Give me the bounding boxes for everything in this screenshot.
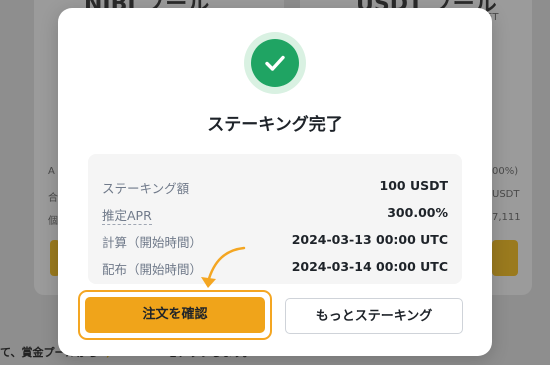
detail-label: ステーキング額: [102, 181, 190, 196]
bg-right-value: USDT: [492, 189, 520, 200]
check-circle-icon: [244, 32, 306, 94]
detail-label: 計算（開始時間）: [102, 235, 203, 250]
bg-side-letter: A: [48, 166, 55, 177]
detail-row-distribution-start: 配布（開始時間） 2024-03-14 00:00 UTC: [102, 259, 448, 279]
detail-row-calc-start: 計算（開始時間） 2024-03-13 00:00 UTC: [102, 232, 448, 252]
confirm-order-button[interactable]: 注文を確認: [85, 297, 265, 333]
detail-label: 配布（開始時間）: [102, 262, 203, 277]
bg-side-letter: 合: [48, 193, 58, 204]
bg-right-value: 00%): [492, 166, 519, 177]
detail-label[interactable]: 推定APR: [102, 205, 152, 225]
detail-value: 300.00%: [387, 205, 448, 220]
detail-value: 2024-03-13 00:00 UTC: [291, 232, 448, 247]
detail-row-amount: ステーキング額 100 USDT: [102, 178, 448, 198]
confirm-order-highlight: 注文を確認: [78, 290, 272, 340]
detail-value: 100 USDT: [379, 178, 449, 193]
bg-side-letter: 個: [48, 216, 58, 227]
detail-row-apr: 推定APR 300.00%: [102, 205, 448, 225]
staking-complete-modal: ステーキング完了 ステーキング額 100 USDT 推定APR 300.00% …: [58, 8, 492, 356]
bg-stake-button-right: [492, 240, 518, 276]
bg-right-value: 7,111: [492, 212, 521, 223]
pointer-arrow-icon: [201, 246, 246, 288]
stake-more-button[interactable]: もっとステーキング: [285, 298, 463, 334]
detail-value: 2024-03-14 00:00 UTC: [291, 259, 448, 274]
staking-details-panel: ステーキング額 100 USDT 推定APR 300.00% 計算（開始時間） …: [88, 154, 462, 284]
modal-title: ステーキング完了: [207, 115, 343, 135]
